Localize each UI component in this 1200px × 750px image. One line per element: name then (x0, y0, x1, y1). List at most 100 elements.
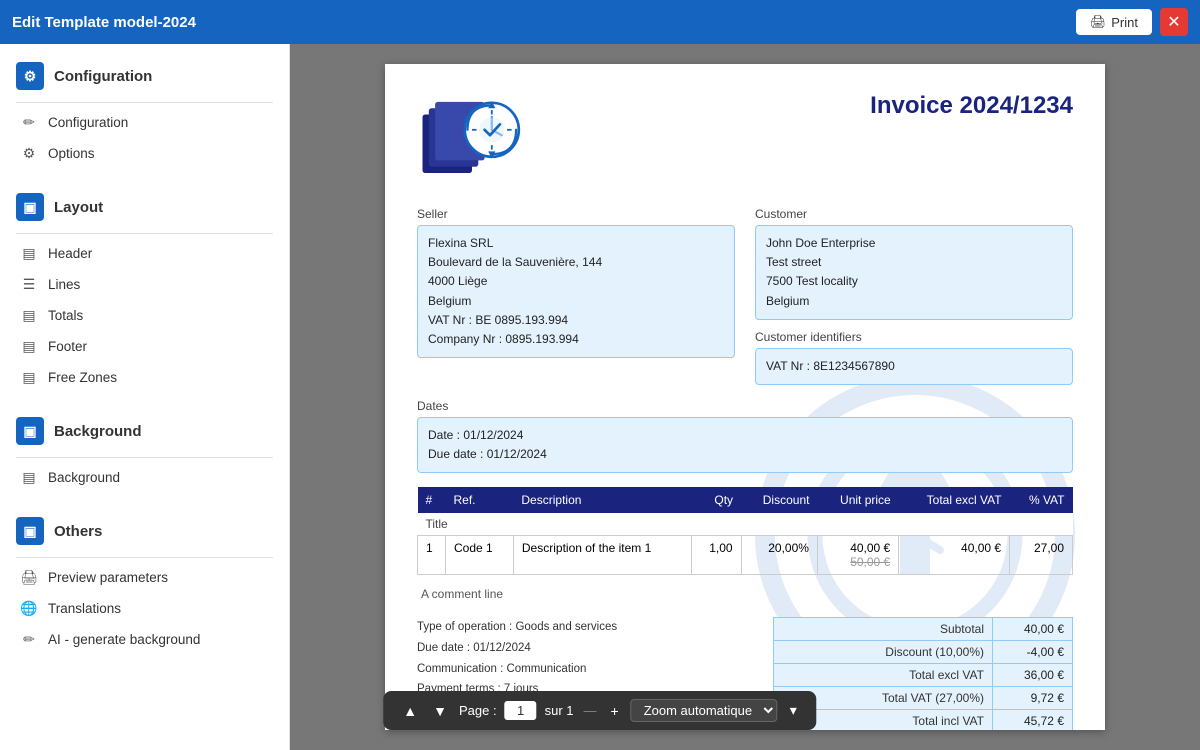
sidebar-item-lines[interactable]: ☰ Lines (0, 269, 289, 300)
sidebar-item-footer[interactable]: ▤ Footer (0, 331, 289, 362)
col-unit-price: Unit price (817, 487, 898, 513)
sidebar-section-layout: ▣ Layout ▤ Header ☰ Lines ▤ Totals ▤ Foo… (0, 175, 289, 399)
top-bar: Edit Template model-2024 🖨 Print ✕ (0, 0, 1200, 44)
content-area: Invoice 2024/1234 Seller Flexina SRL Bou… (290, 44, 1200, 750)
totals-discount-label: Discount (10,00%) (774, 641, 993, 664)
configuration-section-label: Configuration (54, 68, 152, 85)
sidebar-item-ai-label: AI - generate background (48, 632, 200, 647)
customer-vat: VAT Nr : 8E1234567890 (766, 357, 1062, 376)
sidebar-item-options[interactable]: ⚙ Options (0, 138, 289, 169)
totals-excl-vat-label: Total excl VAT (774, 664, 993, 687)
layout-section-icon: ▣ (16, 193, 44, 221)
app-title: Edit Template model-2024 (12, 14, 196, 31)
sidebar: ⚙ Configuration ✏ Configuration ⚙ Option… (0, 44, 290, 750)
sidebar-item-options-label: Options (48, 146, 95, 161)
seller-name: Flexina SRL (428, 234, 724, 253)
page-down-button[interactable]: ▼ (429, 701, 451, 721)
background-section-icon: ▣ (16, 417, 44, 445)
seller-company: Company Nr : 0895.193.994 (428, 330, 724, 349)
zoom-select[interactable]: Zoom automatique 50% 75% 100% 125% 150% (631, 699, 778, 722)
top-bar-actions: 🖨 Print ✕ (1076, 8, 1188, 36)
seller-country: Belgium (428, 292, 724, 311)
row-qty: 1,00 (692, 536, 741, 575)
totals-icon: ▤ (20, 307, 38, 324)
sidebar-item-configuration-label: Configuration (48, 115, 128, 130)
dates-box: Date : 01/12/2024 Due date : 01/12/2024 (417, 417, 1073, 473)
sidebar-item-header[interactable]: ▤ Header (0, 238, 289, 269)
customer-identifiers-label: Customer identifiers (755, 330, 1073, 344)
bottom-toolbar: ▲ ▼ Page : sur 1 — + Zoom automatique 50… (383, 691, 816, 730)
invoice-title: Invoice 2024/1234 (870, 92, 1073, 120)
row-vat-pct: 27,00 (1010, 536, 1073, 575)
sidebar-item-header-label: Header (48, 246, 92, 261)
print-params-icon: 🖨 (20, 569, 38, 586)
sidebar-item-free-zones-label: Free Zones (48, 370, 117, 385)
customer-name: John Doe Enterprise (766, 234, 1062, 253)
totals-incl-vat: Total incl VAT 45,72 € (774, 710, 1073, 730)
sidebar-item-translations[interactable]: 🌐 Translations (0, 593, 289, 624)
col-discount: Discount (741, 487, 817, 513)
page-up-button[interactable]: ▲ (399, 701, 421, 721)
others-section-icon: ▣ (16, 517, 44, 545)
sidebar-item-totals[interactable]: ▤ Totals (0, 300, 289, 331)
customer-label: Customer (755, 207, 1073, 221)
print-icon: 🖨 (1090, 14, 1107, 30)
sidebar-item-preview-parameters[interactable]: 🖨 Preview parameters (0, 562, 289, 593)
row-num: 1 (418, 536, 446, 575)
col-qty: Qty (692, 487, 741, 513)
lines-icon: ☰ (20, 276, 38, 293)
bg-icon: ▤ (20, 469, 38, 486)
dates-label: Dates (417, 399, 1073, 413)
col-ref: Ref. (446, 487, 514, 513)
sidebar-section-header-background: ▣ Background (0, 409, 289, 453)
seller-box: Flexina SRL Boulevard de la Sauvenière, … (417, 225, 735, 358)
invoice-logo (417, 92, 527, 187)
totals-excl-vat-value: 36,00 € (993, 664, 1073, 687)
invoice-date: Date : 01/12/2024 (428, 426, 1062, 445)
customer-vat-box: VAT Nr : 8E1234567890 (755, 348, 1073, 385)
row-discount: 20,00% (741, 536, 817, 575)
col-num: # (418, 487, 446, 513)
totals-incl-vat-value: 45,72 € (993, 710, 1073, 730)
page-input[interactable] (505, 701, 537, 720)
sidebar-item-free-zones[interactable]: ▤ Free Zones (0, 362, 289, 393)
sidebar-item-ai-generate[interactable]: ✏ AI - generate background (0, 624, 289, 655)
note-1: Type of operation : Goods and services (417, 617, 753, 638)
customer-box: John Doe Enterprise Test street 7500 Tes… (755, 225, 1073, 320)
totals-excl-vat: Total excl VAT 36,00 € (774, 664, 1073, 687)
totals-table: Subtotal 40,00 € Discount (10,00%) -4,00… (773, 617, 1073, 730)
print-button[interactable]: 🖨 Print (1076, 9, 1152, 35)
close-button[interactable]: ✕ (1160, 8, 1188, 36)
customer-country: Belgium (766, 292, 1062, 311)
invoice-table: # Ref. Description Qty Discount Unit pri… (417, 487, 1073, 575)
sidebar-item-lines-label: Lines (48, 277, 80, 292)
note-3: Communication : Communication (417, 659, 753, 680)
seller-vat: VAT Nr : BE 0895.193.994 (428, 311, 724, 330)
sidebar-section-header-layout: ▣ Layout (0, 185, 289, 229)
customer-address: Test street (766, 253, 1062, 272)
sidebar-section-background: ▣ Background ▤ Background (0, 399, 289, 499)
header-icon: ▤ (20, 245, 38, 262)
row-ref: Code 1 (446, 536, 514, 575)
sidebar-item-configuration[interactable]: ✏ Configuration (0, 107, 289, 138)
totals-discount: Discount (10,00%) -4,00 € (774, 641, 1073, 664)
zoom-dropdown-button[interactable]: ▾ (786, 700, 801, 721)
sidebar-item-background[interactable]: ▤ Background (0, 462, 289, 493)
footer-icon: ▤ (20, 338, 38, 355)
totals-subtotal: Subtotal 40,00 € (774, 618, 1073, 641)
invoice-paper: Invoice 2024/1234 Seller Flexina SRL Bou… (385, 64, 1105, 730)
zoom-in-button[interactable]: + (607, 701, 623, 721)
globe-icon: 🌐 (20, 600, 38, 617)
seller-col: Seller Flexina SRL Boulevard de la Sauve… (417, 207, 735, 385)
customer-city: 7500 Test locality (766, 272, 1062, 291)
totals-subtotal-label: Subtotal (774, 618, 993, 641)
totals-discount-value: -4,00 € (993, 641, 1073, 664)
invoice-totals: Subtotal 40,00 € Discount (10,00%) -4,00… (773, 617, 1073, 730)
row-description: Description of the item 1 (513, 536, 691, 575)
seller-city: 4000 Liège (428, 272, 724, 291)
invoice-content: Invoice 2024/1234 Seller Flexina SRL Bou… (417, 92, 1073, 730)
sidebar-item-translations-label: Translations (48, 601, 121, 616)
pencil-icon: ✏ (20, 114, 38, 131)
sidebar-item-background-label: Background (48, 470, 120, 485)
sidebar-section-header-others: ▣ Others (0, 509, 289, 553)
